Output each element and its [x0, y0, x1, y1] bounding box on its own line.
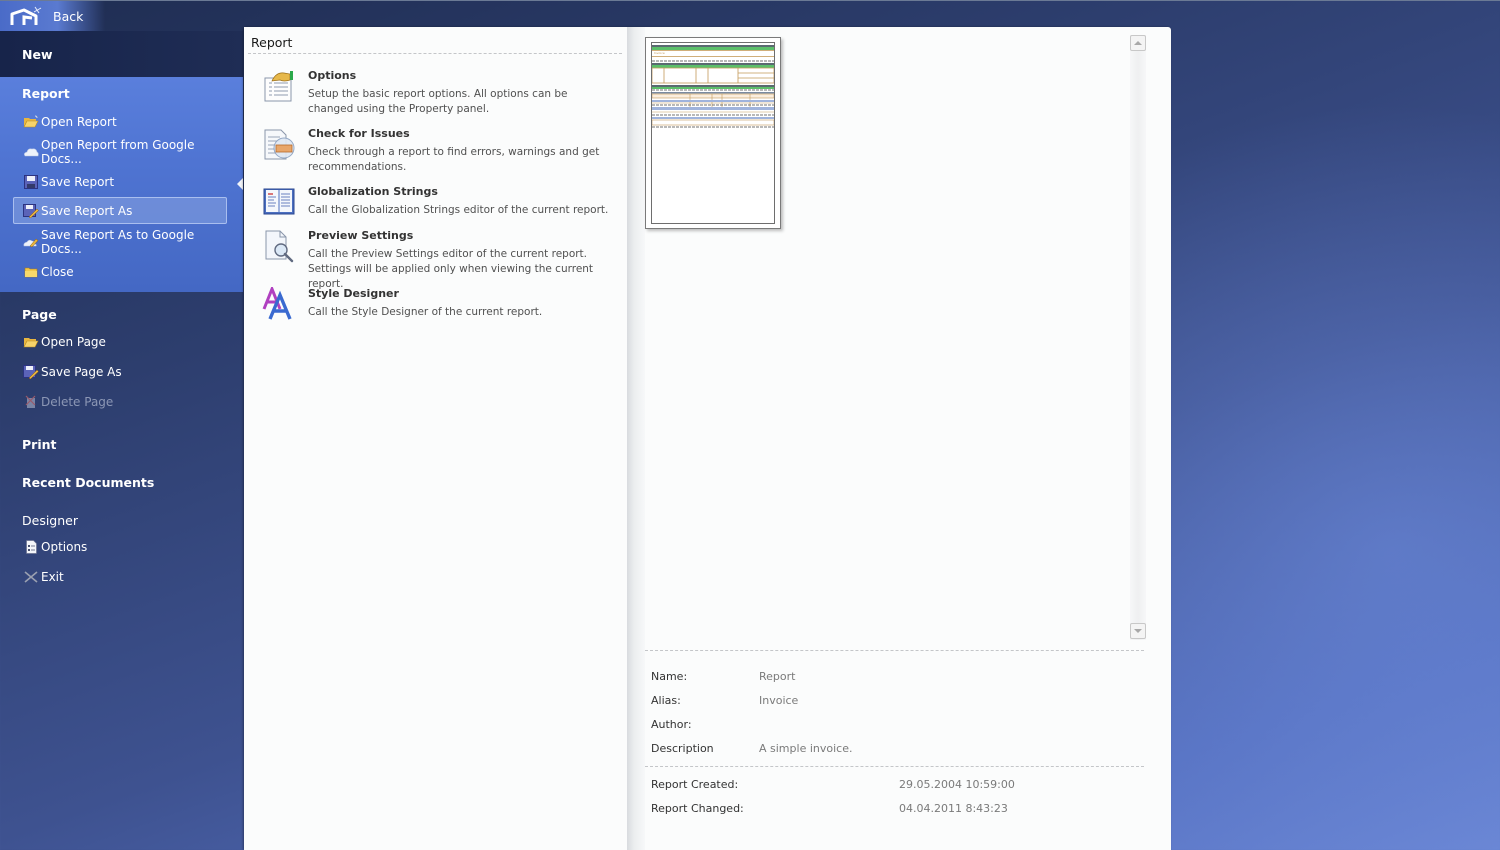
report-commands-pane: Report Options Setup the basic report op… [244, 27, 627, 850]
pane-divider [627, 27, 645, 850]
nav-label: Save Report As [41, 203, 133, 218]
author-label: Author: [651, 718, 692, 731]
created-label: Report Created: [651, 778, 739, 791]
nav-exit[interactable]: Exit [13, 563, 227, 590]
chevron-down-icon [1134, 629, 1142, 633]
nav-label: Save Page As [41, 364, 122, 379]
nav-designer-options[interactable]: Options [13, 533, 227, 560]
svg-text:Invoice: Invoice [654, 51, 665, 55]
nav-print[interactable]: Print [22, 437, 57, 452]
nav-open-page[interactable]: Open Page [13, 328, 227, 355]
nav-label: Exit [41, 569, 64, 584]
options-document-icon [23, 539, 39, 555]
nav-label: Delete Page [41, 394, 114, 409]
check-issues-icon [264, 129, 295, 160]
info-divider-bottom [645, 766, 1144, 767]
report-options-icon [264, 71, 293, 102]
backstage-content-panel: Report Options Setup the basic report op… [244, 27, 1171, 850]
changed-label: Report Changed: [651, 802, 744, 815]
nav-save-report-as-google-docs[interactable]: Save Report As to Google Docs... [13, 227, 227, 256]
name-value: Report [759, 670, 796, 683]
cmd-preview-settings[interactable]: Preview Settings Call the Preview Settin… [258, 229, 618, 290]
created-value: 29.05.2004 10:59:00 [899, 778, 1015, 791]
cmd-title: Check for Issues [308, 127, 410, 140]
nav-open-report-google-docs[interactable]: Open Report from Google Docs... [13, 137, 227, 166]
nav-label: Save Report As to Google Docs... [41, 227, 195, 256]
folder-open-icon [23, 334, 39, 350]
alias-value: Invoice [759, 694, 799, 707]
report-page-thumbnail[interactable]: Invoice [645, 37, 781, 229]
cmd-description: Call the Style Designer of the current r… [308, 306, 543, 318]
chevron-up-icon [1134, 41, 1142, 45]
cmd-description: Call the Globalization Strings editor of… [308, 204, 609, 216]
exit-x-icon [23, 569, 39, 585]
thumbnail-page-frame: Invoice [651, 42, 775, 224]
book-icon [263, 188, 295, 215]
magnifier-page-icon [265, 230, 294, 263]
cmd-title: Globalization Strings [308, 185, 438, 198]
cmd-description: Call the Preview Settings editor of the … [308, 248, 594, 290]
nav-save-page-as[interactable]: Save Page As [13, 358, 227, 385]
section-heading-page[interactable]: Page [22, 307, 57, 322]
back-button[interactable]: Back [0, 1, 105, 31]
nav-delete-page: Delete Page [13, 388, 227, 415]
nav-label: Save Report [41, 174, 115, 189]
cmd-check-for-issues[interactable]: Check for Issues Check through a report … [258, 127, 618, 177]
alias-label: Alias: [651, 694, 681, 707]
nav-close[interactable]: Close [13, 258, 227, 285]
back-arrow-icon [10, 6, 42, 25]
cloud-pencil-icon [23, 234, 39, 250]
nav-label: Options [41, 539, 88, 554]
cmd-title: Style Designer [308, 287, 399, 300]
cmd-description: Check through a report to find errors, w… [308, 146, 600, 173]
nav-save-report[interactable]: Save Report [13, 168, 227, 195]
preview-scrollbar[interactable] [1130, 35, 1146, 640]
folder-icon [23, 264, 39, 280]
description-value: A simple invoice. [759, 742, 853, 755]
nav-save-report-as[interactable]: Save Report As [13, 197, 227, 224]
cmd-description: Setup the basic report options. All opti… [308, 88, 568, 115]
folder-open-icon [23, 114, 39, 130]
cmd-options[interactable]: Options Setup the basic report options. … [258, 69, 618, 119]
cmd-title: Options [308, 69, 357, 82]
cmd-title: Preview Settings [308, 229, 414, 242]
selection-pointer [237, 178, 243, 190]
info-divider-top [645, 650, 1144, 651]
style-letters-icon [262, 287, 292, 320]
cloud-icon [23, 144, 39, 160]
floppy-disk-pencil-icon [23, 364, 39, 380]
changed-value: 04.04.2011 8:43:23 [899, 802, 1008, 815]
floppy-disk-pencil-icon [23, 203, 39, 219]
description-label: Description [651, 742, 714, 755]
nav-label: Open Page [41, 334, 106, 349]
floppy-disk-icon [23, 174, 39, 190]
nav-recent-documents[interactable]: Recent Documents [22, 475, 154, 490]
scroll-down-button[interactable] [1130, 623, 1146, 639]
nav-new[interactable]: New [22, 47, 53, 62]
title-divider [248, 53, 622, 54]
section-heading-report[interactable]: Report [22, 86, 70, 101]
thumbnail-report-layout: Invoice [651, 45, 775, 128]
nav-open-report[interactable]: Open Report [13, 108, 227, 135]
backstage-sidebar: Back New Report Open Report Open Report … [0, 0, 243, 850]
nav-label: Close [41, 264, 74, 279]
nav-label: Open Report from Google Docs... [41, 137, 195, 166]
cmd-globalization-strings[interactable]: Globalization Strings Call the Globaliza… [258, 185, 618, 221]
section-heading-designer: Designer [22, 513, 78, 528]
back-label: Back [53, 9, 84, 24]
cmd-style-designer[interactable]: Style Designer Call the Style Designer o… [258, 287, 618, 323]
delete-page-icon [23, 394, 39, 410]
name-label: Name: [651, 670, 688, 683]
report-preview-pane: Invoice Name: Report Alias: Invoice Auth… [645, 27, 1171, 850]
nav-label: Open Report [41, 114, 117, 129]
scroll-up-button[interactable] [1130, 35, 1146, 51]
pane-title: Report [251, 35, 293, 50]
